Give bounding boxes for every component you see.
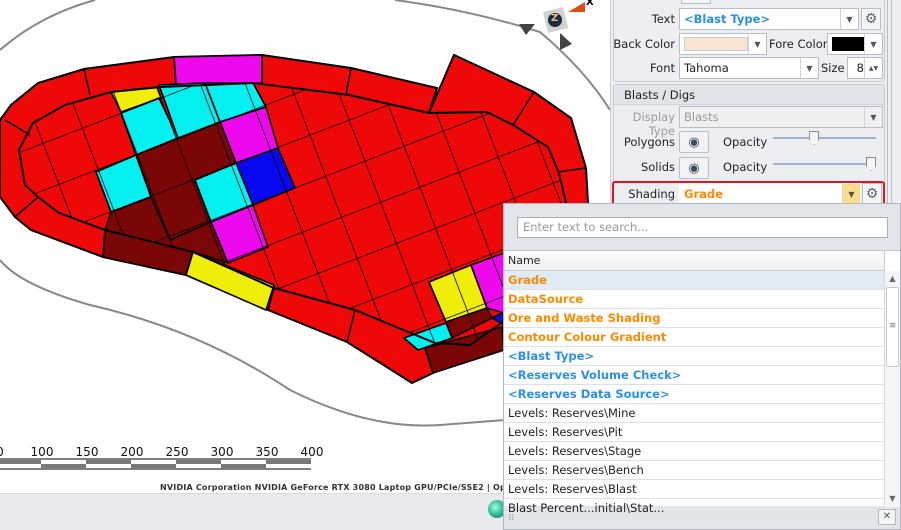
shading-list: Name Grade DataSource Ore and Waste Shadin…: [504, 250, 900, 518]
solids-opacity-slider[interactable]: [773, 157, 876, 171]
shading-value: Grade: [684, 187, 723, 201]
list-item[interactable]: DataSource: [504, 290, 885, 309]
back-color-label: Back Color: [613, 37, 675, 51]
fore-color-label: Fore Color: [769, 37, 828, 51]
solids-label: Solids: [640, 160, 675, 174]
chevron-down-icon[interactable]: ▼: [842, 184, 860, 204]
polygons-opacity-label: Opacity: [723, 135, 768, 149]
shading-label: Shading: [628, 187, 675, 201]
size-label: Size: [821, 61, 845, 75]
shading-dropdown-popup: Enter text to search... Name Grade DataSo…: [503, 203, 901, 530]
display-type-label: Display Type: [632, 110, 675, 138]
chevron-down-icon[interactable]: ▼: [748, 34, 766, 54]
list-item[interactable]: <Blast Type>: [504, 347, 885, 366]
font-label: Font: [649, 61, 675, 75]
chevron-down-icon[interactable]: ▼: [864, 107, 882, 127]
scale-label: 400: [300, 445, 324, 459]
display-type-combo[interactable]: Blasts ▼: [679, 106, 883, 128]
scale-label: 250: [165, 445, 189, 459]
close-icon[interactable]: ✕: [878, 509, 896, 525]
text-value: <Blast Type>: [684, 12, 771, 26]
scale-label: 0: [0, 445, 4, 459]
list-item[interactable]: <Reserves Data Source>: [504, 385, 885, 404]
scroll-down-icon[interactable]: ▼: [885, 494, 900, 503]
back-color-picker[interactable]: ▼: [679, 33, 767, 55]
x-axis-arrow-icon: [568, 2, 585, 12]
shading-combo[interactable]: Grade ▼: [679, 183, 861, 205]
nav-cube-z-label: Z: [551, 13, 559, 24]
polygons-visibility-eye-icon[interactable]: ◉: [679, 131, 709, 153]
fore-color-picker[interactable]: ▼: [827, 33, 883, 55]
scroll-thumb[interactable]: ≡: [886, 287, 899, 367]
list-item[interactable]: Levels: Reserves\Bench: [504, 461, 885, 480]
spinner-arrows-icon[interactable]: ▲▼: [864, 58, 882, 78]
font-value: Tahoma: [684, 61, 729, 75]
polygons-label: Polygons: [623, 135, 675, 149]
scale-bar: [0, 458, 311, 470]
list-item[interactable]: Grade: [504, 271, 885, 290]
text-settings-gear-icon[interactable]: ⚙: [861, 8, 881, 30]
popup-footer: ⠿ ✕: [504, 506, 900, 529]
list-item[interactable]: Ore and Waste Shading: [504, 309, 885, 328]
solids-visibility-eye-icon[interactable]: ◉: [679, 157, 709, 179]
group-title: Blasts / Digs: [614, 85, 884, 105]
nav-cube-x-label: X: [586, 0, 594, 8]
list-item[interactable]: Levels: Reserves\Mine: [504, 404, 885, 423]
nav-arrow-icon: [560, 33, 572, 50]
list-item[interactable]: Levels: Reserves\Blast: [504, 480, 885, 499]
renderer-info: NVIDIA Corporation NVIDIA GeForce RTX 30…: [160, 483, 530, 492]
search-input[interactable]: Enter text to search...: [517, 217, 888, 238]
resize-grip-icon[interactable]: ⠿: [508, 514, 515, 524]
size-spinner[interactable]: 8 ▲▼: [847, 57, 883, 79]
column-header-name[interactable]: Name: [504, 251, 885, 271]
list-item[interactable]: Levels: Reserves\Pit: [504, 423, 885, 442]
scroll-up-icon[interactable]: ▲: [885, 274, 900, 283]
scale-label: 100: [30, 445, 54, 459]
scale-label: 150: [75, 445, 99, 459]
shading-settings-gear-icon[interactable]: ⚙: [862, 183, 882, 205]
polygons-opacity-slider[interactable]: [773, 131, 876, 145]
display-type-value: Blasts: [684, 110, 719, 124]
list-item[interactable]: <Reserves Volume Check>: [504, 366, 885, 385]
text-combo[interactable]: <Blast Type> ▼: [679, 8, 859, 30]
vertical-scrollbar[interactable]: ▲ ≡ ▼: [884, 271, 900, 507]
solids-opacity-label: Opacity: [723, 160, 768, 174]
chevron-down-icon[interactable]: ▼: [840, 9, 858, 29]
font-combo[interactable]: Tahoma ▼: [679, 57, 819, 79]
text-label: Text: [651, 12, 675, 26]
scale-label: 300: [210, 445, 234, 459]
list-item[interactable]: Levels: Reserves\Stage: [504, 442, 885, 461]
scale-label: 200: [120, 445, 144, 459]
list-item[interactable]: Contour Colour Gradient: [504, 328, 885, 347]
size-value: 8: [856, 61, 864, 75]
scale-label: 350: [255, 445, 279, 459]
chevron-down-icon[interactable]: ▼: [800, 58, 818, 78]
fore-color-swatch: [832, 37, 864, 51]
chevron-down-icon[interactable]: ▼: [864, 34, 882, 54]
back-color-swatch: [684, 37, 748, 51]
blast-cell-magenta[interactable]: [173, 54, 263, 86]
